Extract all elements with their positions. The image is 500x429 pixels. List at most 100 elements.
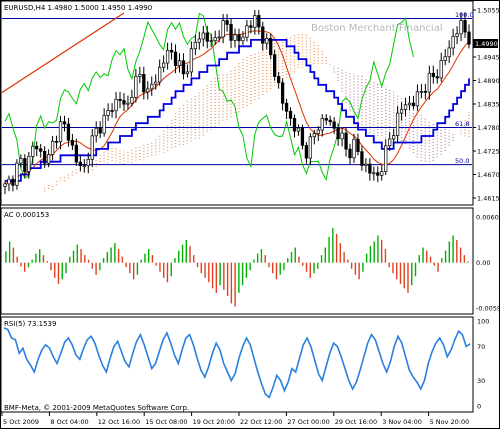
x-tick-label: 19 Oct 20:00 bbox=[193, 418, 235, 426]
price-y-tick-label: 1.4780 bbox=[477, 124, 500, 132]
rsi-pane: RSI(5) 73.1539 100 70 30 0 BMF-Meta, © 2001… bbox=[0, 316, 489, 413]
watermark: Boston Merchant Financial bbox=[311, 23, 443, 34]
candle-body bbox=[391, 135, 396, 140]
ac-pane-border bbox=[0, 207, 474, 315]
price-y-tick-label: 1.5055 bbox=[477, 7, 500, 15]
candle-body bbox=[19, 158, 23, 164]
candle-body bbox=[273, 54, 277, 77]
candle-body bbox=[39, 148, 43, 152]
x-tick-label: 12 Oct 16:00 bbox=[98, 418, 140, 426]
fibonacci-label: 100.0 bbox=[455, 11, 474, 19]
ac-y-tick-label: 0.006046 bbox=[476, 214, 500, 222]
candle-body bbox=[201, 32, 205, 40]
rsi-y-tick-label: 0 bbox=[477, 403, 481, 411]
candle-body bbox=[427, 72, 431, 93]
x-tick-label: 29 Oct 16:00 bbox=[335, 418, 377, 426]
candle-body bbox=[296, 127, 301, 132]
candle-body bbox=[316, 129, 320, 134]
candle-body bbox=[225, 20, 229, 25]
candle-body bbox=[443, 56, 447, 61]
candle-body bbox=[395, 112, 400, 136]
candle-body bbox=[142, 74, 146, 93]
candle-body bbox=[11, 178, 15, 186]
candle-body bbox=[181, 60, 186, 75]
candle-body bbox=[46, 154, 51, 164]
candle-body bbox=[154, 81, 158, 85]
x-tick-label: 27 Oct 00:00 bbox=[287, 418, 329, 426]
candle-body bbox=[35, 145, 39, 150]
price-y-tick-label: 1.4615 bbox=[477, 195, 500, 203]
candle-body bbox=[185, 71, 190, 75]
ac-y-tick-label: 0.00 bbox=[476, 259, 490, 267]
candle-body bbox=[356, 138, 360, 152]
candle-body bbox=[288, 110, 293, 119]
candle-body bbox=[423, 90, 428, 93]
candle-body bbox=[280, 82, 285, 104]
candle-body bbox=[276, 76, 281, 84]
candle-body bbox=[384, 145, 388, 172]
candle-body bbox=[249, 25, 253, 28]
candle-body bbox=[451, 36, 455, 49]
candle-body bbox=[114, 98, 118, 112]
candle-body bbox=[284, 102, 289, 112]
candle-body bbox=[86, 158, 90, 167]
candle-body bbox=[23, 158, 27, 172]
candle-body bbox=[82, 165, 86, 168]
candle-body bbox=[66, 123, 71, 141]
candle-body bbox=[209, 40, 213, 43]
candle-body bbox=[90, 135, 94, 160]
candle-body bbox=[245, 25, 249, 38]
candle-body bbox=[130, 96, 134, 104]
candle-body bbox=[308, 136, 313, 159]
candle-body bbox=[3, 183, 7, 187]
candle-body bbox=[94, 127, 98, 137]
candle-body bbox=[340, 132, 344, 140]
candle-body bbox=[193, 41, 198, 50]
candle-body bbox=[364, 163, 368, 166]
candle-body bbox=[403, 104, 408, 110]
candle-body bbox=[31, 145, 35, 157]
x-tick-label: 15 Oct 08:00 bbox=[145, 418, 187, 426]
candle-body bbox=[368, 163, 372, 174]
fibonacci-label: 50.0 bbox=[455, 157, 469, 165]
candle-body bbox=[169, 49, 174, 53]
candle-body bbox=[388, 138, 392, 147]
candle-body bbox=[150, 83, 154, 90]
candle-body bbox=[304, 145, 309, 159]
x-tick-label: 8 Oct 04:00 bbox=[50, 418, 88, 426]
candle-body bbox=[138, 74, 142, 77]
candle-body bbox=[241, 36, 245, 42]
x-tick-label: 22 Oct 12:00 bbox=[240, 418, 282, 426]
candle-body bbox=[165, 49, 170, 64]
candle-body bbox=[352, 138, 356, 159]
ac-y-tick-label: -0.00599 bbox=[476, 305, 500, 313]
candle-body bbox=[435, 76, 439, 79]
candle-body bbox=[439, 60, 443, 79]
x-tick-label: 5 Oct 2009 bbox=[3, 418, 39, 426]
candle-body bbox=[205, 32, 209, 42]
candle-body bbox=[78, 161, 83, 167]
candle-body bbox=[106, 110, 110, 116]
candle-body bbox=[158, 66, 162, 83]
candle-body bbox=[360, 151, 364, 166]
candle-body bbox=[233, 34, 237, 41]
candle-body bbox=[265, 38, 269, 44]
candle-body bbox=[177, 60, 182, 66]
ac-pane-title: AC 0.000153 bbox=[4, 211, 49, 219]
candle-body bbox=[161, 62, 166, 68]
candle-body bbox=[70, 139, 75, 146]
candle-body bbox=[411, 102, 416, 107]
chart-canvas: 100.061.850.0 Boston Merchant Financial … bbox=[0, 0, 500, 429]
rsi-pane-title: RSI(5) 73.1539 bbox=[4, 320, 56, 328]
candle-body bbox=[15, 162, 19, 186]
candle-body bbox=[118, 98, 122, 101]
candle-body bbox=[134, 76, 138, 98]
candle-body bbox=[328, 119, 332, 123]
candle-body bbox=[292, 117, 297, 132]
candle-body bbox=[332, 121, 336, 129]
candle-body bbox=[213, 37, 217, 42]
candle-body bbox=[312, 133, 316, 138]
candle-body bbox=[336, 127, 340, 140]
candle-body bbox=[54, 140, 59, 143]
candle-body bbox=[102, 115, 106, 134]
